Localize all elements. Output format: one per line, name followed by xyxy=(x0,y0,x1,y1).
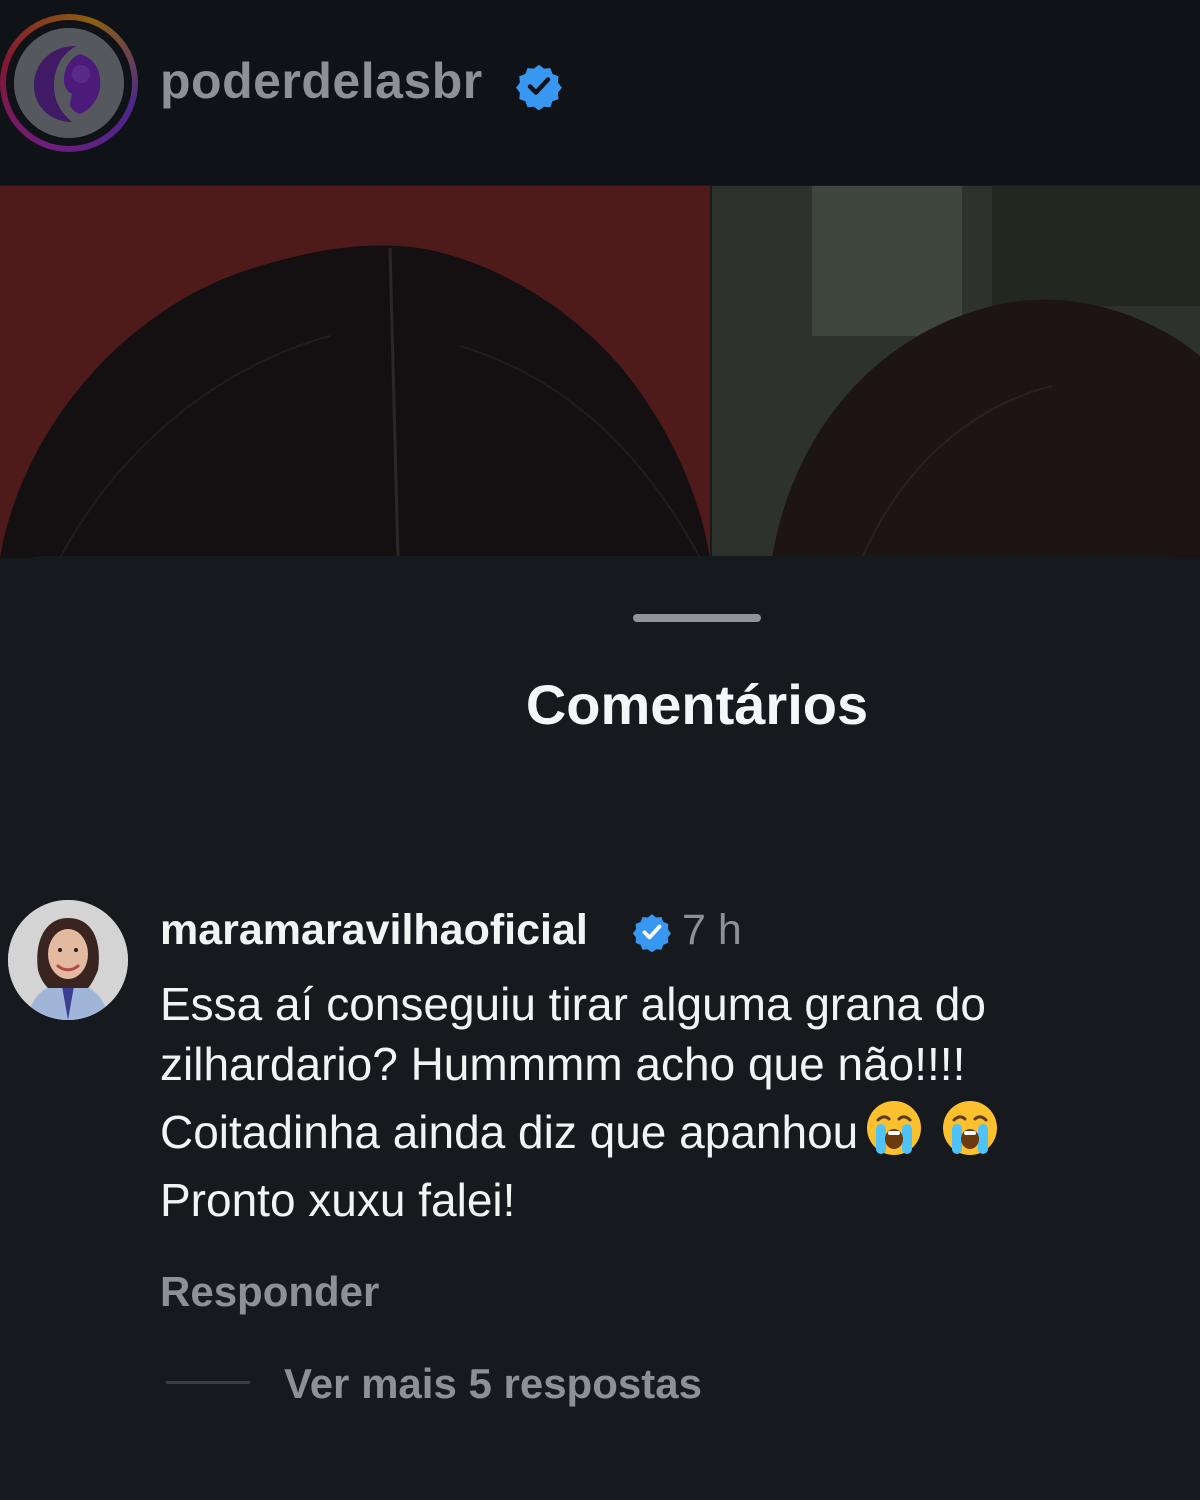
sheet-title: Comentários xyxy=(525,673,869,736)
comment-body: Essa aí conseguiu tirar alguma grana do … xyxy=(160,974,1170,1230)
commenter-avatar[interactable] xyxy=(8,900,128,1020)
view-more-replies-button[interactable]: Ver mais 5 respostas xyxy=(284,1360,702,1408)
comment-line: Pronto xuxu falei! xyxy=(160,1174,516,1226)
comments-sheet: Comentários maramaravilhaoficial 7 h Ess… xyxy=(0,556,1200,1500)
loudly-crying-face-icon xyxy=(943,1101,998,1155)
reply-button[interactable]: Responder xyxy=(160,1268,379,1316)
verified-badge-icon xyxy=(516,64,562,110)
comment-line: Essa aí conseguiu tirar alguma grana do xyxy=(160,978,986,1030)
profile-logo-icon xyxy=(14,28,124,138)
post-header: poderdelasbr xyxy=(0,0,1200,185)
verified-badge-icon xyxy=(632,914,672,952)
comment-line: Coitadinha ainda diz que apanhou xyxy=(160,1106,859,1158)
profile-avatar xyxy=(14,28,124,138)
replies-divider xyxy=(166,1381,250,1384)
comment-line-with-emojis: Coitadinha ainda diz que apanhou xyxy=(160,1094,1170,1170)
hair-photo-right xyxy=(712,186,1200,558)
post-media[interactable] xyxy=(0,186,1200,558)
post-photo-right xyxy=(712,186,1200,558)
comment-username[interactable]: maramaravilhaoficial xyxy=(160,906,588,955)
hair-photo-left xyxy=(0,186,710,558)
sheet-drag-handle[interactable] xyxy=(633,614,761,622)
loudly-crying-face-icon xyxy=(867,1101,922,1155)
header-username[interactable]: poderdelasbr xyxy=(160,52,483,110)
comment-timestamp: 7 h xyxy=(682,906,742,954)
post-photo-left xyxy=(0,186,710,558)
commenter-photo xyxy=(8,900,128,1020)
comment-line: zilhardario? Hummmm acho que não!!!! xyxy=(160,1038,966,1090)
story-ring[interactable] xyxy=(0,14,138,152)
post-comments-screen: poderdelasbr Comentários maramaravilhaof… xyxy=(0,0,1200,1500)
